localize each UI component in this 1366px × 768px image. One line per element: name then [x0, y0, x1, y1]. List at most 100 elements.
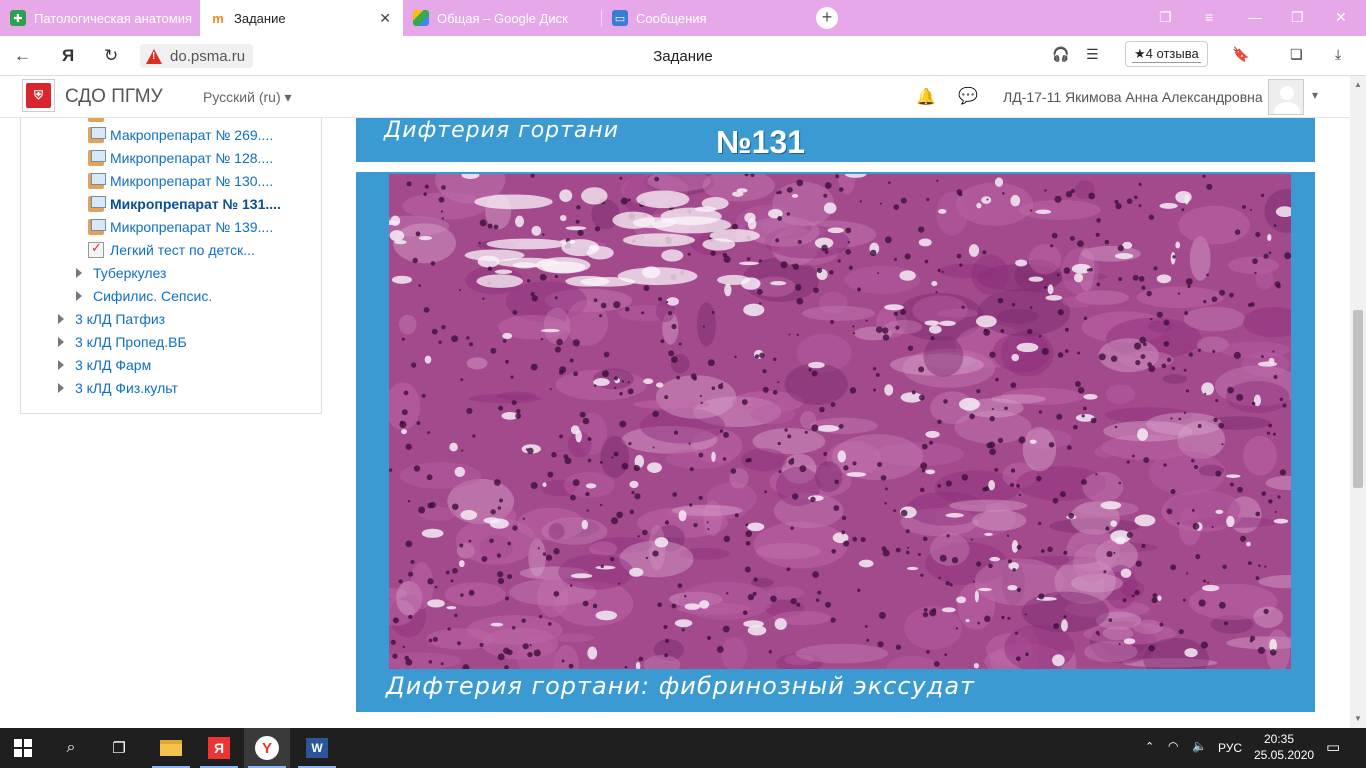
- user-name[interactable]: ЛД-17-11 Якимова Анна Александровна: [1003, 89, 1263, 105]
- expand-arrow-icon: [76, 291, 82, 301]
- nav-item-label: Микропрепарат № 131....: [110, 196, 281, 212]
- nav-course-farm[interactable]: 3 кЛД Фарм: [58, 355, 151, 375]
- tissue-texture: [389, 174, 1291, 669]
- tab-assignment[interactable]: m Задание ✕: [200, 0, 403, 36]
- address-bar: ← Я ↻ do.psma.ru Задание 🎧 ☰ ★4 отзыва 🔖…: [0, 36, 1366, 76]
- google-drive-icon: [413, 10, 429, 26]
- user-menu-caret-icon[interactable]: ▾: [1312, 88, 1318, 102]
- resource-file-icon: [88, 173, 106, 189]
- yandex-browser-taskbar-icon[interactable]: Я: [196, 728, 242, 768]
- reviews-badge[interactable]: ★4 отзыва: [1125, 41, 1208, 67]
- volume-icon[interactable]: 🔈: [1192, 739, 1207, 753]
- yandex-taskbar-icon[interactable]: Y: [244, 728, 290, 768]
- tray-expand-icon[interactable]: ⌃: [1145, 740, 1154, 753]
- nav-item-label: 3 кЛД Патфиз: [75, 311, 166, 327]
- nav-item-label: Микропрепарат № 128....: [110, 150, 274, 166]
- nav-resource-131-current[interactable]: Микропрепарат № 131....: [88, 194, 281, 214]
- messages-icon: ▭: [612, 10, 628, 26]
- nav-item-label: Макропрепарат № 269....: [110, 127, 274, 143]
- yandex-icon[interactable]: Я: [62, 46, 74, 66]
- start-windows-icon[interactable]: [0, 728, 46, 768]
- nav-item-label: Туберкулез: [93, 265, 167, 281]
- new-tab-button[interactable]: +: [816, 7, 838, 29]
- nav-item-label: 3 кЛД Фарм: [75, 357, 152, 373]
- nav-resource-139[interactable]: Микропрепарат № 139....: [88, 217, 273, 237]
- nav-quiz[interactable]: Легкий тест по детск...: [88, 240, 255, 260]
- notification-center-icon[interactable]: ▭: [1326, 738, 1340, 756]
- nav-folder-syphilis[interactable]: Сифилис. Сепсис.: [76, 286, 212, 306]
- nav-resource-130[interactable]: Микропрепарат № 130....: [88, 171, 273, 191]
- url-field[interactable]: do.psma.ru: [140, 44, 254, 68]
- nav-course-fizkult[interactable]: 3 кЛД Физ.культ: [58, 378, 178, 398]
- messages-chat-icon[interactable]: 💬: [958, 86, 978, 106]
- restore-icon[interactable]: ❐: [1291, 9, 1304, 26]
- expand-arrow-icon: [58, 337, 64, 347]
- word-icon[interactable]: W: [294, 728, 340, 768]
- slide-number: №131: [716, 124, 806, 160]
- browser-menu-icon[interactable]: ≡: [1205, 9, 1213, 25]
- page-scrollbar[interactable]: ▲ ▼: [1350, 76, 1366, 728]
- resource-file-icon: [88, 127, 106, 143]
- nav-item-label: 3 кЛД Пропед.ВБ: [75, 334, 187, 350]
- input-language[interactable]: РУС: [1218, 741, 1242, 755]
- nav-course-proped[interactable]: 3 кЛД Пропед.ВБ: [58, 332, 187, 352]
- windows-taskbar: ⌕ ❐ Я Y W ⌃ ◠ 🔈 РУС 20:35 25.05.2020 ▭: [0, 728, 1366, 768]
- language-menu[interactable]: Русский (ru) ▾: [203, 89, 292, 106]
- file-explorer-icon[interactable]: [148, 728, 194, 768]
- language-label: Русский (ru): [203, 89, 281, 105]
- reload-icon[interactable]: ↻: [104, 46, 118, 66]
- moodle-m-icon: m: [212, 10, 224, 26]
- tab-label: Задание: [234, 10, 286, 26]
- scroll-down-icon[interactable]: ▼: [1354, 714, 1362, 723]
- nav-item-label: Микропрепарат № 139....: [110, 219, 274, 235]
- tab-label: Патологическая анатомия: [34, 10, 192, 26]
- logo-emblem-icon: ⛨: [26, 83, 51, 108]
- scroll-thumb[interactable]: [1353, 310, 1363, 488]
- scroll-up-icon[interactable]: ▲: [1354, 80, 1362, 89]
- notifications-bell-icon[interactable]: 🔔: [916, 87, 936, 107]
- slide-title-banner: Дифтерия гортани №131: [356, 118, 1315, 162]
- nav-item-label: Легкий тест по детск...: [110, 242, 255, 258]
- expand-arrow-icon: [58, 360, 64, 370]
- network-icon[interactable]: ◠: [1168, 739, 1178, 753]
- caret-down-icon: ▾: [284, 89, 292, 105]
- url-text: do.psma.ru: [170, 47, 246, 65]
- reader-mode-icon[interactable]: ☰: [1086, 46, 1099, 63]
- micrograph-slide: Дифтерия гортани: фибринозный экссудат: [356, 172, 1315, 712]
- headphones-icon[interactable]: 🎧: [1052, 46, 1069, 63]
- site-logo[interactable]: ⛨: [22, 79, 55, 112]
- tabs-menu-icon[interactable]: ❐: [1159, 9, 1172, 26]
- quiz-checkmark-icon: [88, 240, 104, 258]
- tab-label: Общая – Google Диск: [437, 10, 568, 26]
- search-icon[interactable]: ⌕: [48, 728, 94, 768]
- task-view-icon[interactable]: ❐: [96, 728, 142, 768]
- site-header: ⛨ СДО ПГМУ Русский (ru) ▾ 🔔 💬 ЛД-17-11 Я…: [0, 76, 1350, 118]
- tab-messages[interactable]: ▭ Сообщения: [602, 0, 802, 36]
- close-tab-icon[interactable]: ✕: [379, 10, 391, 27]
- nav-item-label: Микропрепарат № 130....: [110, 173, 274, 189]
- tab-pathology[interactable]: ✚ Патологическая анатомия: [0, 0, 200, 36]
- nav-resource-269[interactable]: Макропрепарат № 269....: [88, 125, 273, 145]
- tab-google-drive[interactable]: Общая – Google Диск: [403, 0, 601, 36]
- close-window-icon[interactable]: ✕: [1335, 9, 1347, 26]
- slide-caption: Дифтерия гортани: фибринозный экссудат: [386, 672, 976, 700]
- nav-folder-tuberculosis[interactable]: Туберкулез: [76, 263, 166, 283]
- expand-arrow-icon: [58, 314, 64, 324]
- site-name[interactable]: СДО ПГМУ: [65, 86, 163, 108]
- expand-arrow-icon: [58, 383, 64, 393]
- download-icon[interactable]: ⤓: [1335, 46, 1341, 63]
- minimize-icon[interactable]: —: [1248, 9, 1262, 25]
- nav-course-patfiz[interactable]: 3 кЛД Патфиз: [58, 309, 165, 329]
- slide-title: Дифтерия гортани: [384, 118, 620, 143]
- expand-arrow-icon: [76, 268, 82, 278]
- bookmark-icon[interactable]: 🔖: [1232, 46, 1249, 63]
- nav-resource-128[interactable]: Микропрепарат № 128....: [88, 148, 273, 168]
- clock-time[interactable]: 20:35: [1264, 732, 1294, 746]
- resource-file-icon: [88, 219, 106, 235]
- clock-date[interactable]: 25.05.2020: [1254, 748, 1314, 762]
- back-icon[interactable]: ←: [14, 46, 31, 66]
- extensions-icon[interactable]: ❏: [1290, 46, 1303, 63]
- resource-file-icon: [88, 150, 106, 166]
- browser-tab-strip: ✚ Патологическая анатомия m Задание ✕ Об…: [0, 0, 1366, 36]
- user-avatar[interactable]: [1268, 79, 1304, 115]
